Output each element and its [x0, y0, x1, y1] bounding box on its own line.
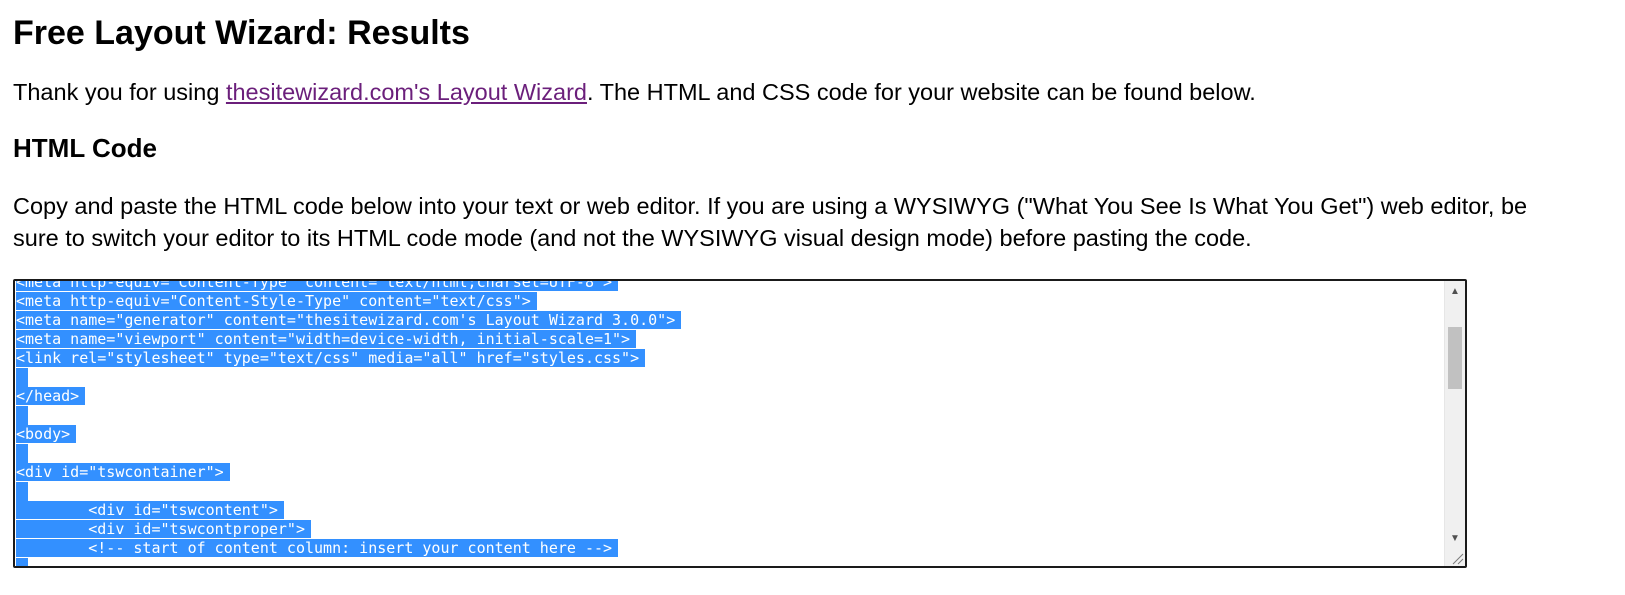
code-line-text: <div id="tswcontproper">	[16, 520, 311, 538]
code-line-text	[16, 444, 28, 463]
code-line-text: <meta name="viewport" content="width=dev…	[16, 330, 637, 348]
triangle-up-icon[interactable]: ▲	[1445, 283, 1465, 301]
code-line-text: </head>	[16, 387, 86, 405]
section-heading-html-code: HTML Code	[13, 133, 157, 163]
code-line-text	[16, 558, 28, 566]
code-line-text: <meta http-equiv="Content-Style-Type" co…	[16, 292, 537, 310]
code-line-text: <div id="tswcontainer">	[16, 463, 230, 481]
vertical-scrollbar[interactable]: ▲ ▼	[1444, 281, 1465, 566]
instructions-line: Copy and paste the HTML code below into …	[13, 193, 1528, 219]
code-line: <meta http-equiv="Content-Type" content=…	[16, 281, 1443, 292]
code-line: <meta http-equiv="Content-Style-Type" co…	[16, 292, 1443, 311]
intro-text-before: Thank you for using	[13, 79, 226, 105]
intro-text-after: . The HTML and CSS code for your website…	[586, 79, 1256, 105]
code-line: <meta name="viewport" content="width=dev…	[16, 330, 1443, 349]
instructions-line: sure to switch your editor to its HTML c…	[13, 225, 1252, 251]
code-line	[16, 368, 1443, 387]
code-content[interactable]: <meta http-equiv="Content-Type" content=…	[16, 281, 1443, 566]
code-line: <meta name="generator" content="thesitew…	[16, 311, 1443, 330]
code-line: <body>	[16, 425, 1443, 444]
code-line-text: <body>	[16, 425, 77, 443]
instructions-paragraph: Copy and paste the HTML code below into …	[13, 190, 1625, 254]
code-line: <div id="tswcontainer">	[16, 463, 1443, 482]
code-line: </head>	[16, 387, 1443, 406]
page-title: Free Layout Wizard: Results	[13, 14, 470, 52]
code-line: <div id="tswcontproper">	[16, 520, 1443, 539]
code-line-text: <meta http-equiv="Content-Type" content=…	[16, 281, 619, 291]
resize-grip-icon[interactable]	[1450, 551, 1464, 565]
code-line: <link rel="stylesheet" type="text/css" m…	[16, 349, 1443, 368]
code-line-text: <!-- start of content column: insert you…	[16, 539, 619, 557]
code-line-text: <meta name="generator" content="thesitew…	[16, 311, 682, 329]
code-line-text: <link rel="stylesheet" type="text/css" m…	[16, 349, 646, 367]
code-line-text: <div id="tswcontent">	[16, 501, 284, 519]
layout-wizard-link[interactable]: thesitewizard.com's Layout Wizard	[226, 79, 587, 105]
intro-paragraph: Thank you for using thesitewizard.com's …	[13, 76, 1256, 108]
code-line	[16, 444, 1443, 463]
html-code-textarea[interactable]: <meta http-equiv="Content-Type" content=…	[13, 279, 1467, 568]
triangle-down-icon[interactable]: ▼	[1445, 530, 1465, 548]
code-line-text	[16, 368, 28, 387]
code-line	[16, 406, 1443, 425]
code-line: <!-- start of content column: insert you…	[16, 539, 1443, 558]
code-line	[16, 558, 1443, 566]
code-line	[16, 482, 1443, 501]
code-line-text	[16, 406, 28, 425]
code-line-text	[16, 482, 28, 501]
scrollbar-thumb[interactable]	[1448, 327, 1462, 389]
code-line: <div id="tswcontent">	[16, 501, 1443, 520]
